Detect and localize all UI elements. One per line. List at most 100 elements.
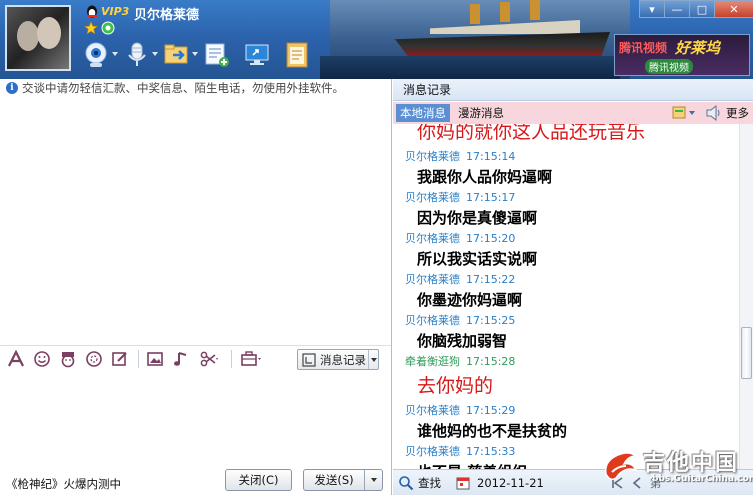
qzone-icon[interactable]	[101, 21, 115, 35]
scrollbar-thumb[interactable]	[741, 327, 752, 379]
scissors-icon	[200, 351, 218, 367]
tab-roaming-messages[interactable]: 漫游消息	[454, 104, 508, 122]
history-tabs: 本地消息 漫游消息 更多	[393, 102, 753, 124]
message-sender[interactable]: 贝尔格莱德	[405, 273, 460, 286]
history-scrollbar[interactable]	[739, 124, 753, 469]
voice-call-button[interactable]	[120, 39, 158, 71]
message-text: 我跟你人品你妈逼啊	[417, 168, 553, 186]
guitar-china-logo-icon	[604, 452, 639, 481]
vip-emoji-button[interactable]	[56, 348, 80, 370]
message-header: 贝尔格莱德 17:15:14	[393, 148, 739, 165]
font-button[interactable]	[4, 348, 28, 370]
message-text: 你妈的就你这人品还玩音乐	[417, 124, 646, 143]
send-file-button[interactable]	[160, 39, 198, 71]
message-time: 17:15:28	[466, 355, 516, 368]
magic-face-icon	[61, 352, 75, 368]
message-time: 17:15:17	[466, 191, 516, 204]
search-button[interactable]: 查找	[418, 475, 441, 491]
emoji-button[interactable]	[30, 348, 54, 370]
screenshot-button[interactable]	[195, 348, 225, 370]
history-title: 消息记录	[393, 79, 753, 101]
export-icon[interactable]	[671, 105, 697, 121]
remote-desktop-icon	[245, 44, 269, 65]
message-text: 因为你是真傻逼啊	[417, 209, 538, 227]
history-date[interactable]: 2012-11-21	[477, 476, 544, 490]
microphone-icon	[128, 42, 146, 66]
chevron-down-icon[interactable]	[192, 52, 198, 56]
message-sender[interactable]: 贝尔格莱德	[405, 404, 460, 417]
music-button[interactable]	[169, 348, 193, 370]
search-icon[interactable]	[398, 475, 414, 491]
ad-brand: 腾讯视频	[619, 41, 668, 55]
chevron-down-icon[interactable]	[364, 470, 382, 490]
minimize-icon[interactable]: —	[664, 0, 690, 18]
contact-nickname: 贝尔格莱德	[134, 8, 200, 23]
input-toolbar: 消息记录	[0, 345, 391, 372]
more-tools-button[interactable]	[236, 348, 266, 370]
send-button-label: 发送(S)	[314, 473, 354, 487]
message-history-list[interactable]: 你妈的就你这人品还玩音乐 贝尔格莱德 17:15:14 我跟你人品你妈逼啊 贝尔格莱德 1…	[393, 124, 739, 469]
chevron-down-icon[interactable]	[152, 52, 158, 56]
message-history-content: 你妈的就你这人品还玩音乐 贝尔格莱德 17:15:14 我跟你人品你妈逼啊 贝尔格莱德 1…	[393, 124, 739, 469]
message-text: 你脑残加弱智	[417, 332, 508, 350]
speaker-icon[interactable]	[705, 105, 723, 121]
close-icon[interactable]: ✕	[714, 0, 753, 18]
message-header: 贝尔格莱德 17:15:25	[393, 312, 739, 329]
message-sender[interactable]: 牵着衡逛狗	[405, 355, 460, 368]
message-sender[interactable]: 贝尔格莱德	[405, 232, 460, 245]
menu-icon[interactable]: ▾	[639, 0, 665, 18]
message-record-button[interactable]: 消息记录	[297, 349, 379, 370]
avatar[interactable]	[5, 5, 71, 71]
watermark: 吉他中国 bbs.GuitarChina.com	[600, 440, 753, 495]
banner-ship-funnel	[470, 4, 480, 24]
more-button[interactable]: 更多	[726, 105, 749, 121]
notes-button[interactable]	[280, 39, 314, 71]
maximize-icon[interactable]: □	[689, 0, 715, 18]
wink-button[interactable]	[82, 348, 106, 370]
banner-sea	[320, 56, 620, 79]
send-button[interactable]: 发送(S)	[303, 469, 383, 491]
notepad-icon	[286, 42, 308, 68]
banner-ship-funnel	[500, 2, 510, 22]
camera-icon	[85, 42, 107, 67]
banner-ship-funnel	[530, 0, 540, 20]
remote-desktop-button[interactable]	[240, 39, 274, 71]
promo-link[interactable]: 《枪神纪》火爆内测中	[6, 476, 121, 492]
message-time: 17:15:20	[466, 232, 516, 245]
apps-button[interactable]	[200, 39, 234, 71]
message-time: 17:15:33	[466, 445, 516, 458]
message-input[interactable]	[0, 373, 391, 465]
message-text: 去你妈的	[417, 375, 494, 397]
message-sender[interactable]: 贝尔格莱德	[405, 314, 460, 327]
message-display-area[interactable]	[0, 97, 391, 347]
message-sender[interactable]: 贝尔格莱德	[405, 445, 460, 458]
file-transfer-icon	[164, 44, 188, 64]
tab-local-messages[interactable]: 本地消息	[396, 104, 450, 122]
send-image-button[interactable]	[143, 348, 167, 370]
close-button[interactable]: 关闭(C)	[225, 469, 292, 491]
message-time: 17:15:25	[466, 314, 516, 327]
message-time: 17:15:29	[466, 404, 516, 417]
ad-title: 好莱坞	[675, 39, 721, 57]
calendar-icon[interactable]	[455, 475, 471, 491]
message-header: 贝尔格莱德 17:15:17	[393, 189, 739, 206]
separator	[138, 350, 139, 368]
edit-icon	[112, 352, 127, 366]
ad-badge: 腾讯视频	[645, 59, 693, 74]
message-time: 17:15:14	[466, 150, 516, 163]
image-icon	[147, 352, 163, 366]
star-icon[interactable]	[84, 21, 98, 35]
message-sender[interactable]: 贝尔格莱德	[405, 191, 460, 204]
video-call-button[interactable]	[80, 39, 118, 71]
message-header: 贝尔格莱德 17:15:22	[393, 271, 739, 288]
chevron-down-icon[interactable]	[112, 52, 118, 56]
doodle-button[interactable]	[108, 348, 132, 370]
window-controls: ▾ — □ ✕	[639, 0, 753, 18]
chevron-down-icon[interactable]	[368, 350, 378, 369]
message-sender[interactable]: 贝尔格莱德	[405, 150, 460, 163]
message-header: 贝尔格莱德 17:15:20	[393, 230, 739, 247]
security-notice-text: 交谈中请勿轻信汇款、中奖信息、陌生电话，勿使用外挂软件。	[22, 81, 344, 95]
message-record-label: 消息记录	[320, 352, 366, 367]
info-icon: i	[6, 82, 18, 94]
banner-ad[interactable]: 腾讯视频 好莱坞 腾讯视频	[614, 34, 750, 76]
